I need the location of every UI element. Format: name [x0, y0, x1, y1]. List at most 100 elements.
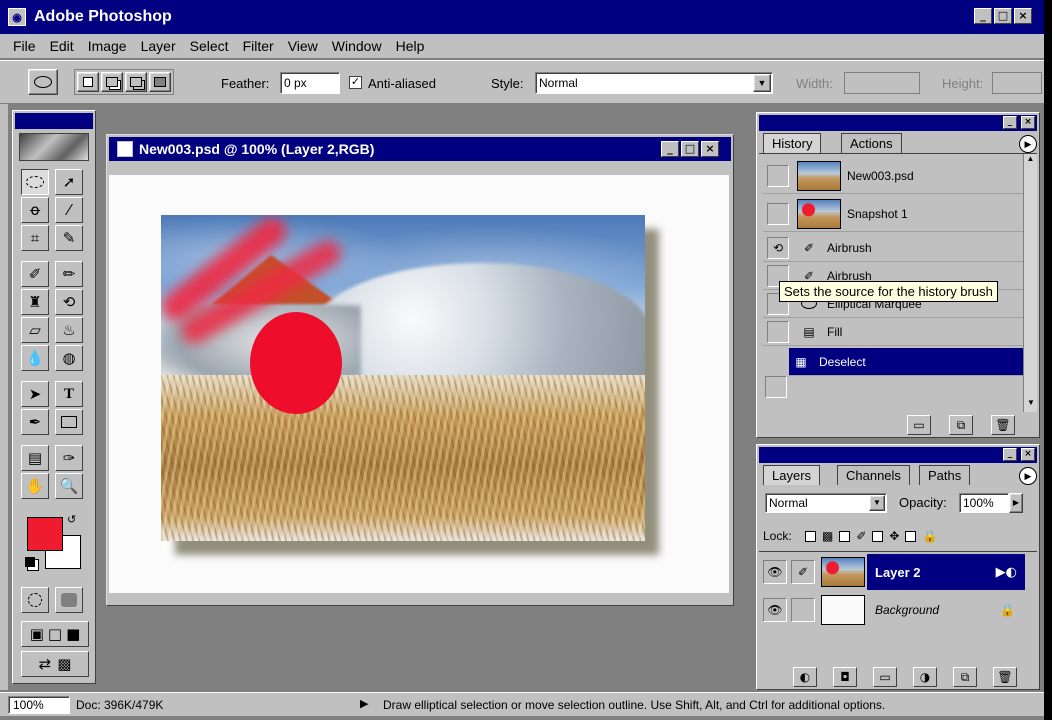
layer-row-layer-2[interactable]: 👁 ✐ Layer 2 ▶◐: [763, 554, 1025, 590]
notes-tool-icon[interactable]: ▤: [21, 445, 49, 471]
tab-paths[interactable]: Paths: [919, 465, 971, 485]
new-selection-icon[interactable]: [77, 72, 99, 92]
menu-window[interactable]: Window: [325, 38, 389, 54]
width-input[interactable]: [844, 72, 920, 94]
history-source-checkbox[interactable]: [767, 164, 789, 187]
chevron-down-icon[interactable]: ▼: [869, 495, 885, 511]
tool-preset-ellipse-icon[interactable]: [28, 69, 58, 95]
feather-input[interactable]: 0 px: [280, 72, 340, 94]
layer-effects-icon[interactable]: ▶◐: [996, 565, 1017, 580]
maximize-icon[interactable]: □: [994, 8, 1012, 24]
status-arrow-icon[interactable]: ▶: [360, 697, 368, 710]
crop-tool-icon[interactable]: ⌗: [21, 225, 49, 251]
standard-mode-icon[interactable]: [21, 587, 49, 613]
menu-file[interactable]: File: [6, 38, 43, 54]
airbrush-tool-icon[interactable]: ✐: [21, 261, 49, 287]
scroll-up-icon[interactable]: ▲: [1024, 154, 1037, 168]
palette-minimize-icon[interactable]: _: [1003, 116, 1017, 129]
close-icon[interactable]: ×: [1014, 8, 1032, 24]
standard-screen-mode-icon[interactable]: ▣: [30, 625, 44, 643]
lock-image-checkbox[interactable]: [839, 530, 851, 542]
palette-menu-icon[interactable]: ▶: [1019, 467, 1037, 485]
menu-select[interactable]: Select: [183, 38, 236, 54]
style-select[interactable]: Normal ▼: [535, 72, 773, 94]
tab-channels[interactable]: Channels: [837, 465, 910, 485]
sponge-tool-icon[interactable]: ◍: [55, 345, 83, 371]
lock-position-checkbox[interactable]: [872, 530, 884, 542]
swap-colors-icon[interactable]: ↺: [67, 513, 76, 526]
hand-tool-icon[interactable]: ✋: [21, 473, 49, 499]
jump-to-imageready-icon[interactable]: ⇄: [39, 655, 52, 673]
full-screen-mode-icon[interactable]: ■: [66, 625, 80, 643]
layer-row-background[interactable]: 👁 Background 🔒: [763, 592, 1025, 628]
eye-icon[interactable]: 👁: [763, 560, 787, 584]
new-adjustment-layer-icon[interactable]: ◑: [913, 667, 937, 687]
palette-close-icon[interactable]: ×: [1021, 448, 1035, 461]
antialiased-checkbox[interactable]: ✓: [349, 76, 362, 89]
menu-image[interactable]: Image: [81, 38, 134, 54]
subtract-selection-icon[interactable]: [125, 72, 147, 92]
full-screen-menu-mode-icon[interactable]: □: [48, 625, 62, 643]
paint-bucket-tool-icon[interactable]: ♨: [55, 317, 83, 343]
opacity-slider-icon[interactable]: ▶: [1009, 493, 1023, 513]
new-layer-icon[interactable]: ⧉: [953, 667, 977, 687]
rectangle-tool-icon[interactable]: [55, 409, 83, 435]
type-tool-icon[interactable]: T: [55, 381, 83, 407]
lock-all-checkbox[interactable]: [905, 530, 917, 542]
history-brush-source-icon[interactable]: ⟲: [767, 236, 789, 259]
height-input[interactable]: [992, 72, 1042, 94]
new-layer-set-icon[interactable]: ▭: [873, 667, 897, 687]
paintbrush-icon[interactable]: ✐: [791, 560, 815, 584]
zoom-tool-icon[interactable]: 🔍: [55, 473, 83, 499]
menu-edit[interactable]: Edit: [43, 38, 81, 54]
eyedropper-tool-icon[interactable]: ✑: [55, 445, 83, 471]
magic-wand-tool-icon[interactable]: ⁄: [55, 197, 83, 223]
photoshop-eye-icon[interactable]: ◉: [8, 8, 26, 26]
layer-name-highlight[interactable]: Layer 2 ▶◐: [867, 554, 1025, 590]
new-snapshot-icon[interactable]: ⧉: [949, 415, 973, 435]
doc-close-icon[interactable]: ×: [701, 141, 719, 157]
minimize-icon[interactable]: _: [974, 8, 992, 24]
lock-transparency-checkbox[interactable]: [805, 530, 816, 542]
palette-menu-icon[interactable]: ▶: [1019, 135, 1037, 153]
history-brush-tool-icon[interactable]: ⟲: [55, 289, 83, 315]
tab-actions[interactable]: Actions: [841, 133, 902, 153]
quick-mask-mode-icon[interactable]: [55, 587, 83, 613]
adobe-online-icon[interactable]: [19, 133, 89, 161]
pencil-tool-icon[interactable]: ✏: [55, 261, 83, 287]
foreground-color-swatch[interactable]: [27, 517, 63, 551]
menu-filter[interactable]: Filter: [236, 38, 281, 54]
pen-tool-icon[interactable]: ✒: [21, 409, 49, 435]
clone-stamp-tool-icon[interactable]: ♜: [21, 289, 49, 315]
palette-minimize-icon[interactable]: _: [1003, 448, 1017, 461]
add-layer-style-icon[interactable]: ◐: [793, 667, 817, 687]
history-step-airbrush[interactable]: ⟲ ✐ Airbrush: [763, 234, 1025, 262]
path-selection-tool-icon[interactable]: ➤: [21, 381, 49, 407]
zoom-input[interactable]: 100%: [8, 696, 70, 714]
doc-maximize-icon[interactable]: □: [681, 141, 699, 157]
default-colors-icon[interactable]: [25, 557, 35, 567]
opacity-input[interactable]: 100%: [959, 493, 1009, 513]
palette-close-icon[interactable]: ×: [1021, 116, 1035, 129]
doc-minimize-icon[interactable]: _: [661, 141, 679, 157]
scroll-down-icon[interactable]: ▼: [1024, 398, 1038, 412]
imageready-icon[interactable]: ▩: [57, 655, 71, 673]
add-selection-icon[interactable]: [101, 72, 123, 92]
menu-help[interactable]: Help: [389, 38, 432, 54]
intersect-selection-icon[interactable]: [149, 72, 171, 92]
blend-mode-select[interactable]: Normal ▼: [765, 493, 887, 513]
history-source-checkbox[interactable]: [767, 320, 789, 343]
move-tool-icon[interactable]: ➚: [55, 169, 83, 195]
blur-tool-icon[interactable]: 💧: [21, 345, 49, 371]
eye-icon[interactable]: 👁: [763, 598, 787, 622]
chevron-down-icon[interactable]: ▼: [753, 74, 771, 92]
history-source-checkbox[interactable]: [765, 376, 787, 398]
slice-tool-icon[interactable]: ✎: [55, 225, 83, 251]
history-source-checkbox[interactable]: [767, 202, 789, 225]
history-step-fill[interactable]: ▤ Fill: [763, 318, 1025, 346]
landscape-photo[interactable]: [161, 215, 645, 541]
history-scrollbar[interactable]: ▲ ▼: [1023, 154, 1037, 412]
lasso-tool-icon[interactable]: ꝋ: [21, 197, 49, 223]
add-mask-icon[interactable]: ◘: [833, 667, 857, 687]
history-snapshot-1[interactable]: Snapshot 1: [763, 196, 1025, 232]
